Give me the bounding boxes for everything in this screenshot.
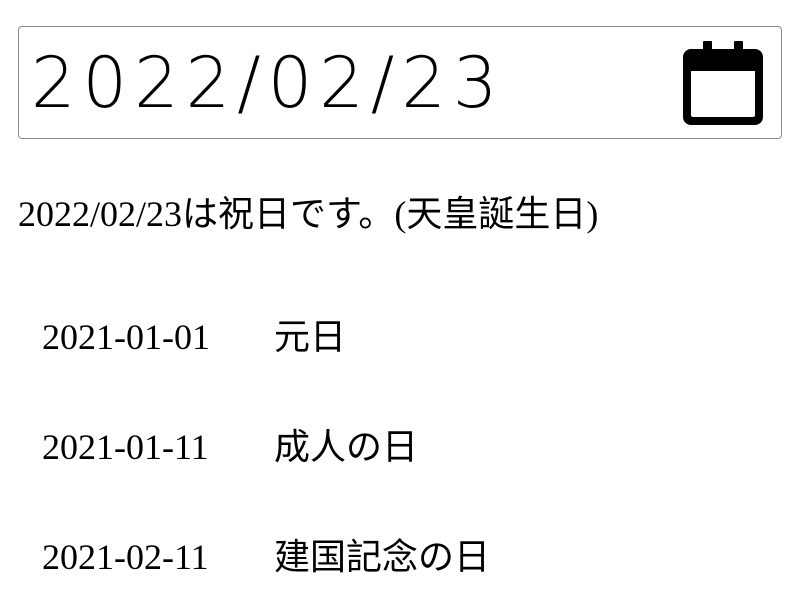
holiday-row: 2021-01-11 成人の日 <box>42 425 418 469</box>
holiday-date: 2021-01-01 <box>42 317 210 357</box>
holiday-date: 2021-02-11 <box>42 537 209 577</box>
holiday-date: 2021-01-11 <box>42 427 209 467</box>
holiday-row: 2021-02-11 建国記念の日 <box>42 535 490 579</box>
holiday-name: 建国記念の日 <box>274 537 491 577</box>
holiday-name: 元日 <box>274 317 347 357</box>
holiday-name: 成人の日 <box>274 427 419 467</box>
holiday-result-text: 2022/02/23は祝日です。(天皇誕生日) <box>18 194 599 234</box>
date-input[interactable]: 2022/02/23 <box>18 26 782 139</box>
date-input-value[interactable]: 2022/02/23 <box>31 41 504 125</box>
holiday-row: 2021-01-01 元日 <box>42 315 346 359</box>
calendar-icon[interactable] <box>683 39 763 125</box>
